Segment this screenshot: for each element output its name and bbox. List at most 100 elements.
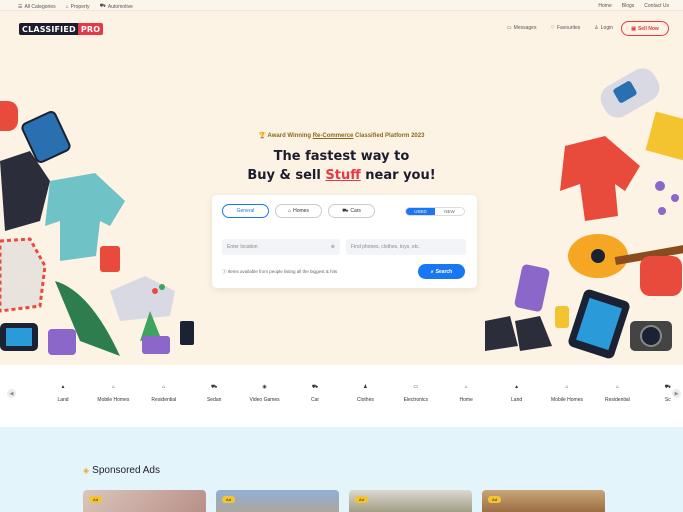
category-item[interactable]: ⌂ Mobile Homes [88, 383, 138, 403]
topbar-all-categories[interactable]: ☰ All Categories [18, 3, 56, 10]
ad-tag: Ad [89, 496, 102, 503]
house-icon: ⌂ [111, 384, 115, 390]
topbar-home-link[interactable]: Home [598, 3, 611, 9]
topbar-blogs-link[interactable]: Blogs [622, 3, 635, 9]
heart-icon: ♡ [550, 25, 555, 31]
ad-tag: Ad [488, 496, 501, 503]
award-link[interactable]: Re-Commerce [313, 133, 354, 139]
mountain-icon: ▲ [60, 384, 66, 390]
house-icon: ⌂ [615, 384, 619, 390]
category-item[interactable]: ⛟ Car [290, 383, 340, 404]
category-item[interactable]: ⌂ Mobile Homes [542, 383, 592, 403]
toggle-used[interactable]: USED [406, 208, 435, 215]
keyword-input[interactable]: Find phones, clothes, toys, etc. [346, 239, 466, 255]
house-icon: ⌂ [288, 208, 292, 214]
car-icon: ⛟ [211, 383, 218, 390]
condition-toggle: USED NEW [405, 207, 465, 216]
category-item[interactable]: ♟ Clothes [340, 383, 390, 403]
category-label: Home [459, 397, 473, 403]
category-label: Residential [605, 397, 630, 403]
sponsored-title: ◈ Sponsored Ads [83, 465, 160, 476]
sell-now-button[interactable]: ▣ Sell Now [621, 21, 669, 36]
cap-illustration [0, 101, 18, 131]
category-label: Mobile Homes [551, 397, 583, 403]
topbar-contact-link[interactable]: Contact Us [644, 3, 669, 9]
gamepad-icon: ◉ [262, 384, 267, 390]
search-icon: ⌕ [430, 268, 434, 275]
ad-badge-icon: ◈ [83, 466, 90, 475]
favourites-link[interactable]: ♡ Favourites [550, 25, 580, 31]
house-icon: ⌂ [565, 384, 569, 390]
trophy-icon: 🏆 [258, 133, 267, 139]
scooter-icon: ⛟ [664, 383, 671, 390]
category-item[interactable]: ▲ Land [492, 383, 542, 403]
plus-icon: ▣ [631, 25, 636, 32]
category-item[interactable]: ⛟ Sc [643, 383, 683, 404]
house-icon: ⌂ [162, 384, 166, 390]
category-label: Land [511, 397, 523, 403]
top-bar: ☰ All Categories ⌂ Property ⛟ Automotive… [0, 0, 683, 11]
category-label: Residential [151, 397, 177, 403]
toggle-new[interactable]: NEW [435, 208, 464, 215]
category-item[interactable]: ⛟ Sedan [189, 383, 239, 404]
tv-icon: ▭ [413, 384, 419, 390]
category-item[interactable]: ⌂ Home [441, 383, 491, 403]
category-label: Sedan [206, 397, 222, 403]
sponsored-ad-card[interactable]: Ad [83, 490, 206, 512]
hero-headline-line-2: Buy & sell Stuff near you! [247, 168, 436, 183]
gamepad-illustration [110, 276, 175, 321]
topbar-property[interactable]: ⌂ Property [66, 3, 90, 10]
category-label: Sc [664, 397, 671, 403]
login-link[interactable]: ♙ Login [594, 25, 613, 31]
car-icon: ⛟ [311, 383, 319, 390]
car-icon: ⛟ [342, 207, 349, 214]
chip-general[interactable]: General [222, 204, 269, 218]
ipod-illustration [180, 321, 194, 345]
category-item[interactable]: ▭ Electronics [391, 383, 441, 403]
crosshair-icon[interactable]: ⊕ [331, 244, 335, 250]
category-strip: ◀ ▶ ▲ Land ⌂ Mobile Homes ⌂ Residential ⛟ Sedan… [0, 365, 683, 427]
house-icon: ⌂ [464, 384, 468, 390]
ad-tag: Ad [355, 496, 368, 503]
striped-shirt-illustration [0, 237, 47, 313]
phone-illustration [514, 264, 550, 312]
category-item[interactable]: ▲ Land [38, 383, 88, 403]
sponsored-section: ◈ Sponsored Ads Ad Ad Ad Ad [0, 427, 683, 512]
mountain-icon: ▲ [514, 384, 520, 390]
search-card: General ⌂ Homes ⛟ Cars USED NEW Enter loca… [212, 195, 477, 288]
category-item[interactable]: ◉ Video Games [240, 383, 290, 403]
category-label: Electronics [403, 397, 429, 403]
info-icon: ⓘ [222, 269, 227, 274]
logo[interactable]: CLASSIFIED PRO [19, 23, 104, 35]
boots-illustration [485, 316, 518, 351]
ad-tag: Ad [222, 496, 235, 503]
messages-link[interactable]: ▭ Messages [507, 25, 537, 31]
watch-illustration [100, 246, 120, 272]
topbar-automotive[interactable]: ⛟ Automotive [100, 3, 133, 10]
user-icon: ♙ [594, 25, 599, 31]
watch-illustration [555, 306, 569, 328]
category-item[interactable]: ⌂ Residential [592, 383, 642, 403]
search-button[interactable]: ⌕ Search [418, 264, 465, 279]
hero-headline-line-1: The fastest way to [273, 149, 410, 164]
message-icon: ▭ [506, 25, 512, 31]
hero-section: CLASSIFIED PRO ▭ Messages ♡ Favourites ♙ Lo… [0, 11, 683, 365]
hero-illustration-right [485, 68, 683, 359]
category-prev-button[interactable]: ◀ [7, 389, 16, 398]
location-input[interactable]: Enter location ⊕ [222, 239, 340, 255]
chip-cars[interactable]: ⛟ Cars [328, 204, 375, 218]
chip-homes[interactable]: ⌂ Homes [275, 204, 322, 218]
category-label: Car [310, 397, 320, 403]
category-item[interactable]: ⌂ Residential [139, 383, 189, 403]
category-label: Clothes [356, 397, 374, 403]
main-nav: CLASSIFIED PRO ▭ Messages ♡ Favourites ♙ Lo… [0, 11, 683, 47]
category-label: Video Games [249, 397, 280, 403]
sponsored-ad-card[interactable]: Ad [482, 490, 605, 512]
category-label: Land [57, 397, 69, 403]
shirt-icon: ♟ [363, 384, 368, 390]
sponsored-ad-card[interactable]: Ad [349, 490, 472, 512]
award-banner: 🏆 Award Winning Re-Commerce Classified P… [258, 133, 425, 139]
hat-illustration [640, 256, 682, 296]
sponsored-ad-card[interactable]: Ad [216, 490, 339, 512]
bag-illustration [48, 329, 76, 355]
